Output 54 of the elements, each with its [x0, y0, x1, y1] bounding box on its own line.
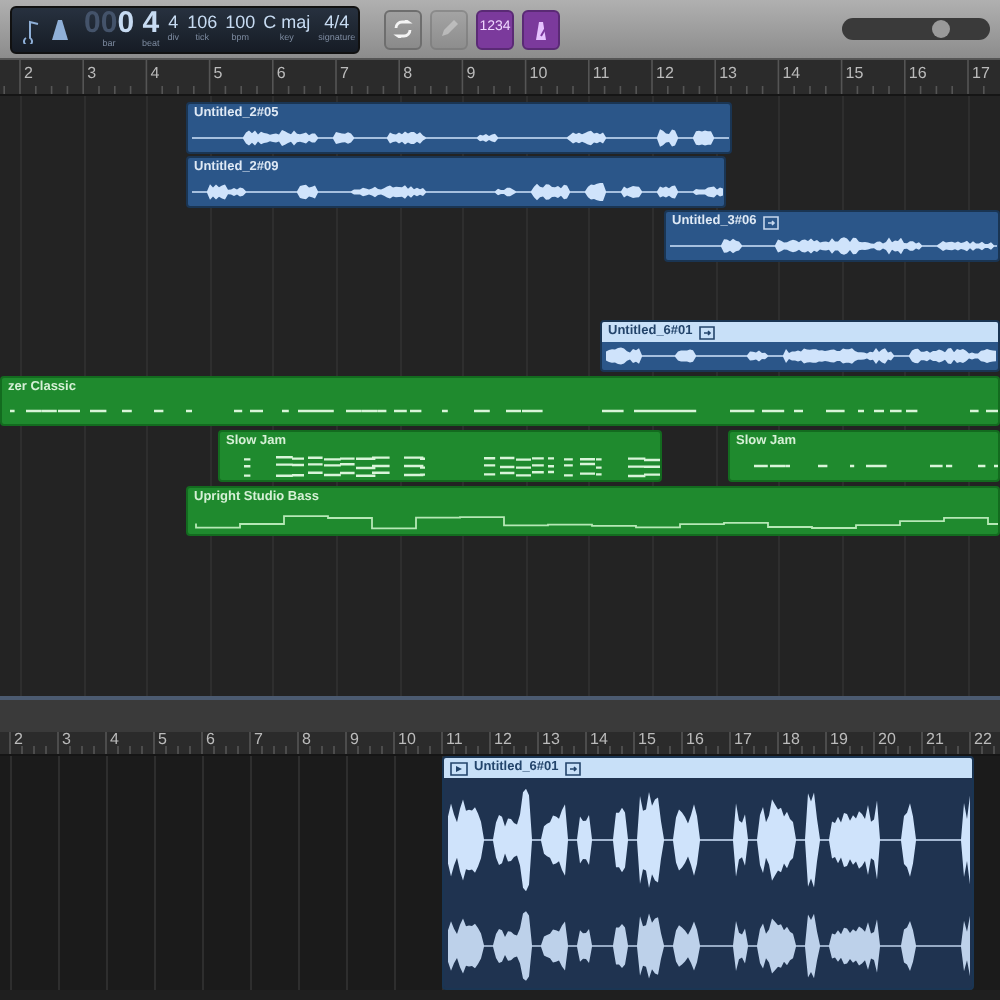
- ruler-number: 10: [398, 732, 416, 748]
- ruler-number: 14: [590, 732, 608, 748]
- ruler-number: 6: [276, 62, 286, 86]
- ruler-number: 14: [782, 62, 801, 86]
- slider-thumb[interactable]: [931, 20, 950, 38]
- ruler-number: 5: [213, 62, 223, 86]
- ruler-number: 21: [926, 732, 944, 748]
- ruler-number: 15: [638, 732, 656, 748]
- metronome-icon: [532, 19, 550, 39]
- ruler-number: 9: [350, 732, 359, 748]
- ruler-number: 11: [592, 62, 610, 86]
- cycle-icon: [392, 20, 414, 38]
- ruler-number: 9: [466, 62, 476, 86]
- timeline-ruler[interactable]: 2 3 4 5 6 7 8 9 10 11 12 13 14 15 16 17 18 19 20 21 22: [0, 732, 1000, 756]
- ruler-number: 20: [878, 732, 896, 748]
- ruler-number: 8: [302, 732, 311, 748]
- lcd-value: 4: [168, 14, 179, 33]
- lcd-value: 106: [187, 14, 218, 33]
- ruler-number: 5: [158, 732, 167, 748]
- ruler-number: 3: [87, 62, 97, 86]
- lcd-value: 4/4: [324, 14, 350, 33]
- ruler-number: 2: [24, 62, 33, 86]
- lcd-value: 000: [84, 8, 135, 39]
- ruler-number: 7: [340, 62, 349, 86]
- lcd-value: 4: [142, 8, 160, 39]
- zoom-slider[interactable]: [842, 18, 990, 40]
- ruler-number: 10: [529, 62, 548, 86]
- ruler-number: 12: [656, 62, 674, 86]
- ruler-number: 17: [734, 732, 752, 748]
- ruler-number: 13: [542, 732, 560, 748]
- play-icon: [450, 761, 468, 775]
- ruler-number: 15: [845, 62, 864, 86]
- ruler-number: 16: [908, 62, 927, 86]
- ruler-number: 22: [974, 732, 992, 748]
- ruler-number: 19: [830, 732, 848, 748]
- cycle-button[interactable]: [384, 9, 422, 49]
- ruler-number: 6: [206, 732, 215, 748]
- ruler-number: 16: [686, 732, 704, 748]
- ruler-number: 18: [782, 732, 800, 748]
- ruler-number: 17: [972, 62, 990, 86]
- ruler-number: 12: [494, 732, 512, 748]
- timeline-ruler[interactable]: 2 3 4 5 6 7 8 9 10 11 12 13 14 15 16 17: [0, 60, 1000, 96]
- ruler-number: 7: [254, 732, 263, 748]
- ruler-number: 13: [719, 62, 737, 86]
- lcd-value: C maj: [263, 14, 311, 33]
- pencil-icon: [440, 20, 458, 38]
- lcd-value: 100: [225, 14, 256, 33]
- ruler-number: 2: [14, 732, 23, 748]
- ruler-number: 4: [110, 732, 119, 748]
- ruler-number: 4: [150, 62, 160, 86]
- ruler-number: 3: [62, 732, 71, 748]
- ruler-number: 8: [403, 62, 413, 86]
- metronome-button[interactable]: [522, 9, 560, 49]
- ruler-number: 11: [446, 732, 463, 748]
